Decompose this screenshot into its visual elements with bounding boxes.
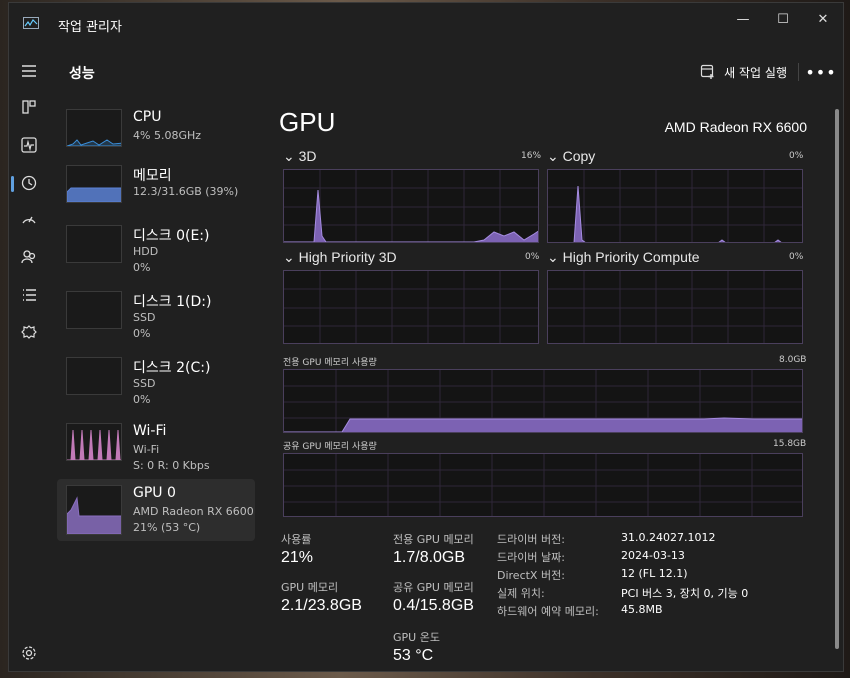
- run-task-icon: [701, 64, 714, 79]
- shared-memory-max: 15.8GB: [773, 439, 807, 449]
- resource-thumbnail: [66, 291, 122, 329]
- resource-item[interactable]: Wi-Fi Wi-Fi S: 0 R: 0 Kbps: [57, 417, 255, 479]
- driver-date-value: 2024-03-13: [621, 549, 685, 562]
- dedicated-stat-value: 1.7/8.0GB: [393, 549, 466, 566]
- reserved-memory-value: 45.8MB: [621, 603, 663, 616]
- gpu-memory-value: 2.1/23.8GB: [281, 597, 362, 614]
- engine-3d-pct: 16%: [521, 151, 542, 161]
- resource-detail: HDD: [133, 245, 159, 258]
- run-task-label: 새 작업 실행: [724, 65, 787, 80]
- gpu-memory-label: GPU 메모리: [281, 581, 339, 594]
- engine-copy-pct: 0%: [789, 151, 804, 161]
- directx-version-value: 12 (FL 12.1): [621, 567, 688, 580]
- physical-location-label: 실제 위치:: [497, 587, 545, 600]
- page-header: 성능 새 작업 실행 •••: [49, 45, 843, 97]
- engine-hpcompute-label[interactable]: ⌄ High Priority Compute: [547, 249, 700, 266]
- services-icon[interactable]: [15, 319, 43, 347]
- settings-gear-icon[interactable]: [15, 639, 43, 667]
- resource-name: 디스크 2(C:): [133, 360, 211, 376]
- engine-hp3d-graph: [283, 270, 539, 344]
- task-manager-window: 작업 관리자 — ☐ ✕ 성능 새 작업 실행 ••• CPU 4% 5.08G…: [8, 2, 844, 672]
- maximize-icon[interactable]: ☐: [763, 3, 803, 35]
- dedicated-memory-label: 전용 GPU 메모리 사용량: [283, 358, 377, 368]
- driver-version-value: 31.0.24027.1012: [621, 531, 716, 544]
- directx-version-label: DirectX 버전:: [497, 569, 565, 582]
- resource-name: GPU 0: [133, 485, 176, 501]
- physical-location-value: PCI 버스 3, 장치 0, 기능 0: [621, 587, 749, 600]
- temperature-label: GPU 온도: [393, 631, 440, 644]
- title-bar: 작업 관리자 — ☐ ✕: [9, 3, 843, 45]
- header-separator: [798, 63, 799, 81]
- driver-date-label: 드라이버 날짜:: [497, 551, 565, 564]
- resource-detail: Wi-Fi: [133, 443, 160, 456]
- page-title: 성능: [69, 66, 95, 82]
- resource-thumbnail: [66, 165, 122, 203]
- reserved-memory-label: 하드웨어 예약 메모리:: [497, 605, 599, 618]
- engine-hp3d-label[interactable]: ⌄ High Priority 3D: [283, 249, 397, 266]
- resource-item[interactable]: GPU 0 AMD Radeon RX 6600 21% (53 °C): [57, 479, 255, 541]
- resource-usage: 0%: [133, 261, 151, 274]
- more-options-icon[interactable]: •••: [805, 59, 835, 85]
- close-icon[interactable]: ✕: [803, 3, 843, 35]
- utilization-value: 21%: [281, 549, 314, 566]
- resource-item[interactable]: 디스크 2(C:) SSD 0%: [57, 351, 255, 413]
- gpu-heading: GPU: [279, 107, 336, 137]
- resource-name: CPU: [133, 109, 162, 125]
- engine-copy-graph: [547, 169, 803, 243]
- engine-hpcompute-graph: [547, 270, 803, 344]
- resource-detail: SSD: [133, 377, 156, 390]
- minimize-icon[interactable]: —: [723, 3, 763, 35]
- performance-icon[interactable]: [15, 131, 43, 159]
- hamburger-menu-icon[interactable]: [15, 57, 43, 85]
- temperature-value: 53 °C: [393, 647, 434, 664]
- engine-3d-graph: [283, 169, 539, 243]
- resource-name: 디스크 0(E:): [133, 228, 210, 244]
- engine-hp3d-pct: 0%: [525, 252, 540, 262]
- app-history-icon[interactable]: [15, 169, 43, 197]
- resource-detail: 4% 5.08GHz: [133, 129, 202, 142]
- vertical-scrollbar[interactable]: [835, 109, 839, 649]
- engine-hpcompute-pct: 0%: [789, 252, 804, 262]
- task-manager-app-icon: [23, 17, 39, 29]
- resource-item[interactable]: 디스크 0(E:) HDD 0%: [57, 219, 255, 281]
- resource-detail: 12.3/31.6GB (39%): [133, 185, 239, 198]
- users-icon[interactable]: [15, 243, 43, 271]
- resource-usage: 0%: [133, 327, 151, 340]
- processes-icon[interactable]: [15, 93, 43, 121]
- resource-name: Wi-Fi: [133, 423, 167, 439]
- resource-thumbnail: [66, 357, 122, 395]
- resource-item[interactable]: CPU 4% 5.08GHz: [57, 103, 255, 165]
- details-icon[interactable]: [15, 281, 43, 309]
- shared-memory-graph: [283, 453, 803, 517]
- window-title: 작업 관리자: [58, 20, 122, 35]
- dedicated-memory-max: 8.0GB: [779, 355, 807, 365]
- utilization-label: 사용률: [281, 533, 312, 546]
- nav-active-indicator: [11, 176, 14, 192]
- resource-thumbnail: [66, 423, 122, 461]
- resource-thumbnail: [66, 225, 122, 263]
- resource-detail: AMD Radeon RX 6600: [133, 505, 254, 518]
- resource-usage: S: 0 R: 0 Kbps: [133, 459, 210, 472]
- resource-name: 디스크 1(D:): [133, 294, 212, 310]
- shared-stat-label: 공유 GPU 메모리: [393, 581, 474, 594]
- resource-usage: 21% (53 °C): [133, 521, 201, 534]
- resource-usage: 0%: [133, 393, 151, 406]
- shared-stat-value: 0.4/15.8GB: [393, 597, 474, 614]
- dedicated-memory-graph: [283, 369, 803, 433]
- resource-detail: SSD: [133, 311, 156, 324]
- run-new-task-button[interactable]: 새 작업 실행: [696, 59, 791, 85]
- resource-thumbnail: [66, 485, 122, 535]
- driver-version-label: 드라이버 버전:: [497, 533, 565, 546]
- resource-item[interactable]: 디스크 1(D:) SSD 0%: [57, 285, 255, 347]
- nav-sidebar: [9, 45, 49, 671]
- startup-apps-icon[interactable]: [15, 205, 43, 233]
- shared-memory-label: 공유 GPU 메모리 사용량: [283, 442, 377, 452]
- engine-copy-label[interactable]: ⌄ Copy: [547, 148, 595, 165]
- gpu-model-name: AMD Radeon RX 6600: [664, 119, 807, 135]
- resource-name: 메모리: [133, 168, 172, 184]
- dedicated-stat-label: 전용 GPU 메모리: [393, 533, 474, 546]
- resource-item[interactable]: 메모리 12.3/31.6GB (39%): [57, 159, 255, 221]
- resource-thumbnail: [66, 109, 122, 147]
- engine-3d-label[interactable]: ⌄ 3D: [283, 148, 317, 165]
